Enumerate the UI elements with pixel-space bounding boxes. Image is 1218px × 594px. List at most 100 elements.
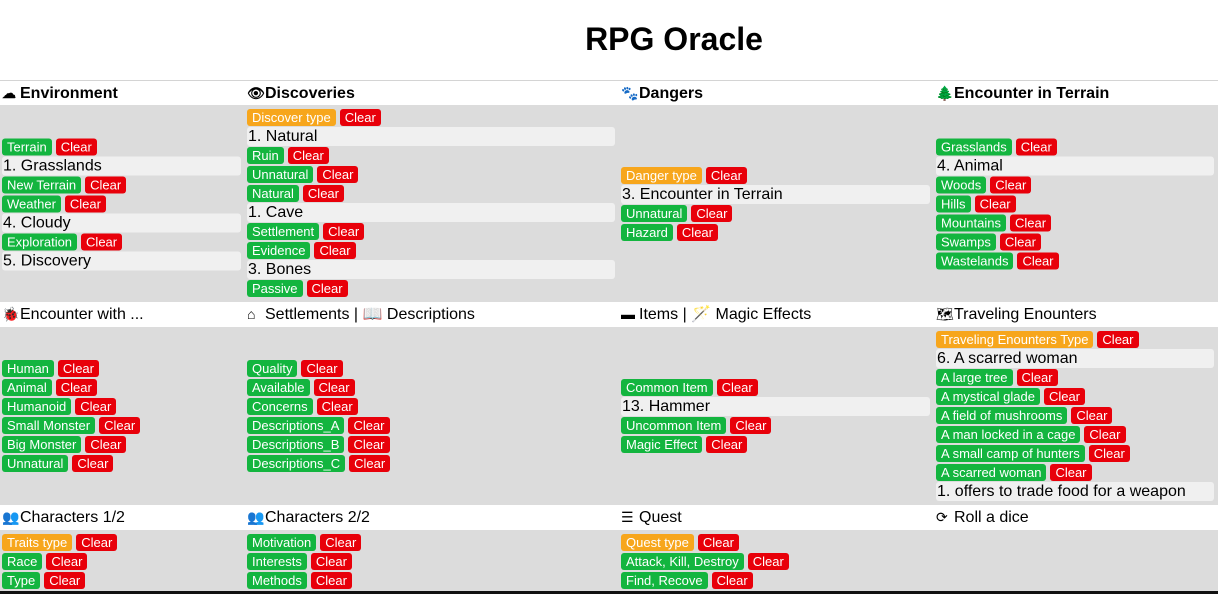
roll-button-swamps[interactable]: Swamps <box>936 233 996 250</box>
roll-button-attack-kill-destroy[interactable]: Attack, Kill, Destroy <box>621 553 744 570</box>
roll-button-terrain[interactable]: Terrain <box>2 138 52 155</box>
roll-button-uncommon-item[interactable]: Uncommon Item <box>621 417 727 434</box>
clear-button[interactable]: Clear <box>349 455 391 472</box>
clear-button[interactable]: Clear <box>76 534 118 551</box>
clear-button[interactable]: Clear <box>1084 426 1126 443</box>
roll-button-humanoid[interactable]: Humanoid <box>2 398 72 415</box>
clear-button[interactable]: Clear <box>676 223 718 241</box>
clear-button[interactable]: Clear <box>313 379 355 396</box>
clear-button[interactable]: Clear <box>1016 369 1058 386</box>
roll-button-unnatural[interactable]: Unnatural <box>621 204 688 222</box>
clear-button[interactable]: Clear <box>85 176 127 193</box>
roll-button-big-monster[interactable]: Big Monster <box>2 436 82 453</box>
clear-button[interactable]: Clear <box>301 360 343 377</box>
clear-button[interactable]: Clear <box>716 379 758 396</box>
clear-button[interactable]: Clear <box>310 572 352 589</box>
roll-button-traits-type[interactable]: Traits type <box>2 534 73 551</box>
roll-button-a-mystical-glade[interactable]: A mystical glade <box>936 388 1040 405</box>
clear-button[interactable]: Clear <box>339 109 381 126</box>
roll-button-quality[interactable]: Quality <box>247 360 298 377</box>
roll-button-descriptions-c[interactable]: Descriptions_C <box>247 455 346 472</box>
roll-button-hills[interactable]: Hills <box>936 195 971 212</box>
roll-button-grasslands[interactable]: Grasslands <box>936 138 1012 155</box>
clear-button[interactable]: Clear <box>1017 252 1059 269</box>
roll-button-available[interactable]: Available <box>247 379 310 396</box>
roll-button-a-field-of-mushrooms[interactable]: A field of mushrooms <box>936 407 1068 424</box>
roll-button-methods[interactable]: Methods <box>247 572 307 589</box>
clear-button[interactable]: Clear <box>1009 214 1052 231</box>
roll-button-a-scarred-woman[interactable]: A scarred woman <box>936 464 1047 481</box>
clear-button[interactable]: Clear <box>348 417 390 434</box>
roll-button-a-man-locked-in-a-cage[interactable]: A man locked in a cage <box>936 426 1081 443</box>
clear-button[interactable]: Clear <box>44 572 86 589</box>
clear-button[interactable]: Clear <box>317 166 359 183</box>
roll-button-a-large-tree[interactable]: A large tree <box>936 369 1013 386</box>
roll-button-quest-type[interactable]: Quest type <box>621 534 694 551</box>
roll-button-exploration[interactable]: Exploration <box>2 233 78 250</box>
roll-button-motivation[interactable]: Motivation <box>247 534 317 551</box>
roll-button-concerns[interactable]: Concerns <box>247 398 313 415</box>
roll-button-ruin[interactable]: Ruin <box>247 147 284 164</box>
roll-button-hazard[interactable]: Hazard <box>621 223 673 241</box>
roll-button-type[interactable]: Type <box>2 572 41 589</box>
roll-button-a-small-camp-of-hunters[interactable]: A small camp of hunters <box>936 445 1085 462</box>
clear-button[interactable]: Clear <box>747 553 789 570</box>
clear-button[interactable]: Clear <box>55 138 97 155</box>
roll-button-evidence[interactable]: Evidence <box>247 242 311 259</box>
roll-button-weather[interactable]: Weather <box>2 195 61 212</box>
clear-button[interactable]: Clear <box>705 166 747 184</box>
clear-button[interactable]: Clear <box>306 280 348 297</box>
roll-button-woods[interactable]: Woods <box>936 176 987 193</box>
roll-button-traveling-enounters-type[interactable]: Traveling Enounters Type <box>936 331 1094 348</box>
clear-button[interactable]: Clear <box>711 572 753 589</box>
clear-button[interactable]: Clear <box>1071 407 1113 424</box>
clear-button[interactable]: Clear <box>99 417 141 434</box>
clear-button[interactable]: Clear <box>310 553 352 570</box>
clear-button[interactable]: Clear <box>1043 388 1086 405</box>
clear-button[interactable]: Clear <box>691 204 733 222</box>
roll-button-wastelands[interactable]: Wastelands <box>936 252 1014 269</box>
clear-button[interactable]: Clear <box>999 233 1041 250</box>
clear-button[interactable]: Clear <box>57 360 99 377</box>
roll-button-race[interactable]: Race <box>2 553 43 570</box>
roll-button-animal[interactable]: Animal <box>2 379 52 396</box>
clear-button[interactable]: Clear <box>46 553 88 570</box>
roll-button-mountains[interactable]: Mountains <box>936 214 1006 231</box>
roll-button-descriptions-b[interactable]: Descriptions_B <box>247 436 345 453</box>
clear-button[interactable]: Clear <box>320 534 362 551</box>
clear-button[interactable]: Clear <box>316 398 358 415</box>
clear-button[interactable]: Clear <box>323 223 365 240</box>
clear-button[interactable]: Clear <box>730 417 772 434</box>
roll-button-unnatural[interactable]: Unnatural <box>247 166 314 183</box>
clear-button[interactable]: Clear <box>81 233 123 250</box>
clear-button[interactable]: Clear <box>72 455 114 472</box>
roll-button-discover-type[interactable]: Discover type <box>247 109 336 126</box>
roll-button-find-recove[interactable]: Find, Recove <box>621 572 708 589</box>
clear-button[interactable]: Clear <box>1050 464 1092 481</box>
clear-button[interactable]: Clear <box>314 242 356 259</box>
clear-button[interactable]: Clear <box>1097 331 1139 348</box>
clear-button[interactable]: Clear <box>55 379 97 396</box>
clear-button[interactable]: Clear <box>1015 138 1057 155</box>
roll-button-human[interactable]: Human <box>2 360 54 377</box>
clear-button[interactable]: Clear <box>287 147 329 164</box>
roll-button-settlement[interactable]: Settlement <box>247 223 320 240</box>
roll-button-new-terrain[interactable]: New Terrain <box>2 176 82 193</box>
clear-button[interactable]: Clear <box>974 195 1016 212</box>
clear-button[interactable]: Clear <box>706 436 748 453</box>
clear-button[interactable]: Clear <box>1088 445 1130 462</box>
clear-button[interactable]: Clear <box>990 176 1032 193</box>
clear-button[interactable]: Clear <box>75 398 117 415</box>
clear-button[interactable]: Clear <box>697 534 739 551</box>
clear-button[interactable]: Clear <box>348 436 390 453</box>
roll-button-magic-effect[interactable]: Magic Effect <box>621 436 703 453</box>
roll-button-danger-type[interactable]: Danger type <box>621 166 702 184</box>
roll-button-interests[interactable]: Interests <box>247 553 307 570</box>
roll-button-passive[interactable]: Passive <box>247 280 303 297</box>
roll-button-unnatural[interactable]: Unnatural <box>2 455 69 472</box>
roll-button-small-monster[interactable]: Small Monster <box>2 417 96 434</box>
clear-button[interactable]: Clear <box>85 436 127 453</box>
clear-button[interactable]: Clear <box>64 195 106 212</box>
clear-button[interactable]: Clear <box>302 185 344 202</box>
roll-button-descriptions-a[interactable]: Descriptions_A <box>247 417 345 434</box>
